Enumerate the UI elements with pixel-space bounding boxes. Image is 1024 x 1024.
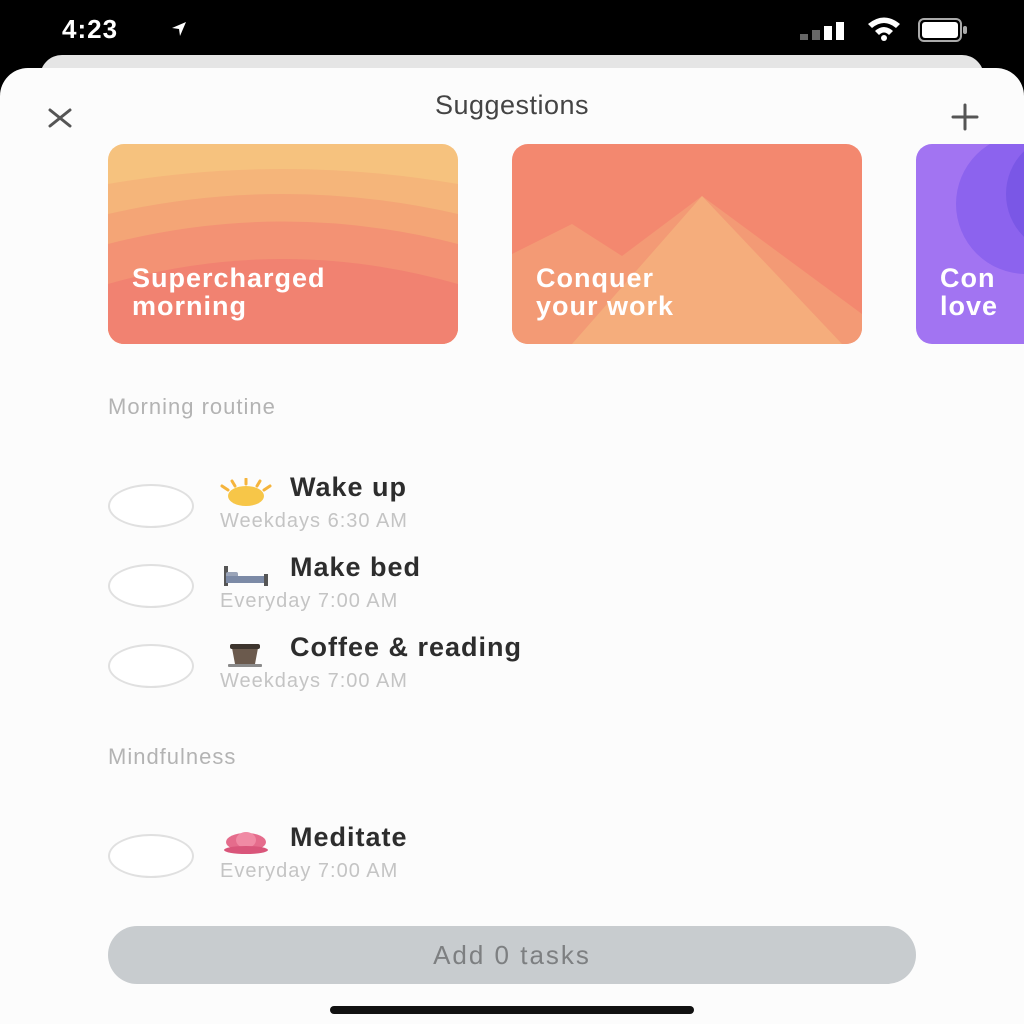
card-title: Con love bbox=[940, 263, 999, 321]
suggestions-sheet: Suggestions Supercharged morning Conquer… bbox=[0, 68, 1024, 1024]
status-bar: 4:23 bbox=[0, 0, 1024, 60]
card-title: Supercharged morning bbox=[132, 263, 326, 321]
task-row-coffee-reading[interactable]: Coffee & reading Weekdays 7:00 AM bbox=[108, 632, 908, 714]
task-schedule: Weekdays 6:30 AM bbox=[220, 510, 408, 532]
section-label-morning-routine: Morning routine bbox=[108, 394, 276, 419]
home-indicator bbox=[330, 1006, 694, 1014]
task-checkbox[interactable] bbox=[108, 644, 194, 688]
section-label-mindfulness: Mindfulness bbox=[108, 744, 237, 769]
cellular-signal-icon bbox=[800, 22, 844, 40]
task-row-meditate[interactable]: Meditate Everyday 7:00 AM bbox=[108, 822, 908, 904]
card-supercharged-morning[interactable]: Supercharged morning bbox=[108, 144, 458, 344]
task-checkbox[interactable] bbox=[108, 834, 194, 878]
coffee-icon bbox=[228, 644, 262, 667]
lotus-icon bbox=[224, 832, 268, 854]
task-name: Wake up bbox=[290, 472, 408, 502]
add-tasks-button[interactable]: Add 0 tasks bbox=[108, 926, 916, 984]
task-name: Meditate bbox=[290, 822, 408, 852]
task-name: Coffee & reading bbox=[290, 632, 523, 662]
task-schedule: Everyday 7:00 AM bbox=[220, 860, 399, 882]
card-partial-love[interactable]: Con love bbox=[916, 144, 1024, 344]
location-arrow-icon bbox=[172, 22, 186, 36]
bed-icon bbox=[224, 566, 268, 586]
status-time: 4:23 bbox=[62, 14, 119, 44]
battery-icon bbox=[918, 18, 967, 42]
sun-icon bbox=[220, 478, 272, 506]
suggestion-carousel[interactable]: Supercharged morning Conquer your work C… bbox=[108, 144, 1024, 424]
task-checkbox[interactable] bbox=[108, 564, 194, 608]
task-checkbox[interactable] bbox=[108, 484, 194, 528]
card-conquer-your-work[interactable]: Conquer your work bbox=[512, 144, 862, 344]
task-name: Make bed bbox=[290, 552, 422, 582]
task-schedule: Weekdays 7:00 AM bbox=[220, 670, 408, 692]
task-row-wake-up[interactable]: Wake up Weekdays 6:30 AM bbox=[108, 472, 908, 554]
card-title: Conquer your work bbox=[536, 263, 675, 321]
wifi-icon bbox=[868, 17, 900, 41]
task-row-make-bed[interactable]: Make bed Everyday 7:00 AM bbox=[108, 552, 908, 634]
plus-icon bbox=[951, 103, 979, 131]
page-title: Suggestions bbox=[434, 90, 590, 120]
add-button[interactable] bbox=[940, 92, 990, 142]
task-schedule: Everyday 7:00 AM bbox=[220, 590, 399, 612]
